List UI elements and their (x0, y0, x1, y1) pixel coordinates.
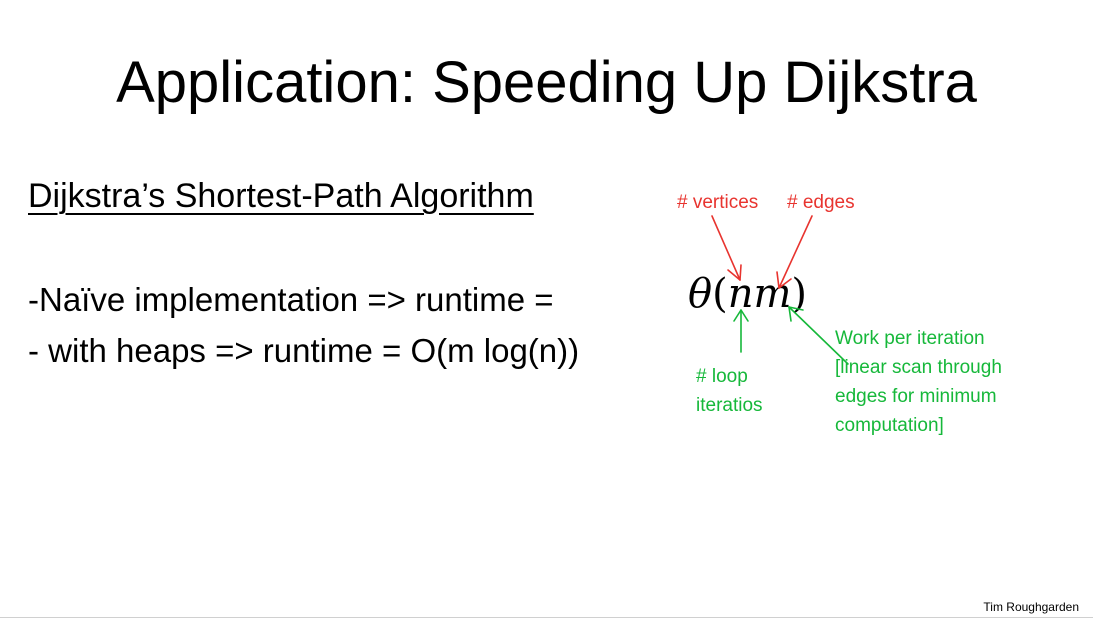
formula-body: nm (727, 271, 792, 317)
formula-close-paren: ) (791, 271, 808, 317)
formula-open-paren: ( (712, 271, 728, 317)
slide: Application: Speeding Up Dijkstra Dijkst… (0, 0, 1093, 618)
work-annotation-line: [linear scan through (835, 357, 1002, 378)
author-credit: Tim Roughgarden (983, 600, 1079, 614)
work-per-iteration-annotation: Work per iteration [linear scan through … (835, 324, 1002, 440)
loop-annotation-line: iteratios (696, 395, 763, 416)
vertices-annotation: # vertices (677, 192, 759, 213)
section-heading: Dijkstra’s Shortest-Path Algorithm (28, 177, 534, 215)
edges-annotation: # edges (787, 192, 855, 213)
loop-iterations-annotation: # loop iteratios (696, 362, 763, 420)
heaps-implementation-line: - with heaps => runtime = O(m log(n)) (28, 332, 580, 369)
work-annotation-line: Work per iteration (835, 328, 985, 349)
work-annotation-line: computation] (835, 415, 944, 436)
work-annotation-line: edges for minimum (835, 386, 997, 407)
slide-title: Application: Speeding Up Dijkstra (116, 50, 977, 115)
formula-theta: θ (688, 271, 713, 317)
naive-implementation-line: -Naïve implementation => runtime = (28, 281, 554, 318)
runtime-formula: θ(nm) (688, 268, 807, 320)
loop-annotation-line: # loop (696, 366, 748, 387)
